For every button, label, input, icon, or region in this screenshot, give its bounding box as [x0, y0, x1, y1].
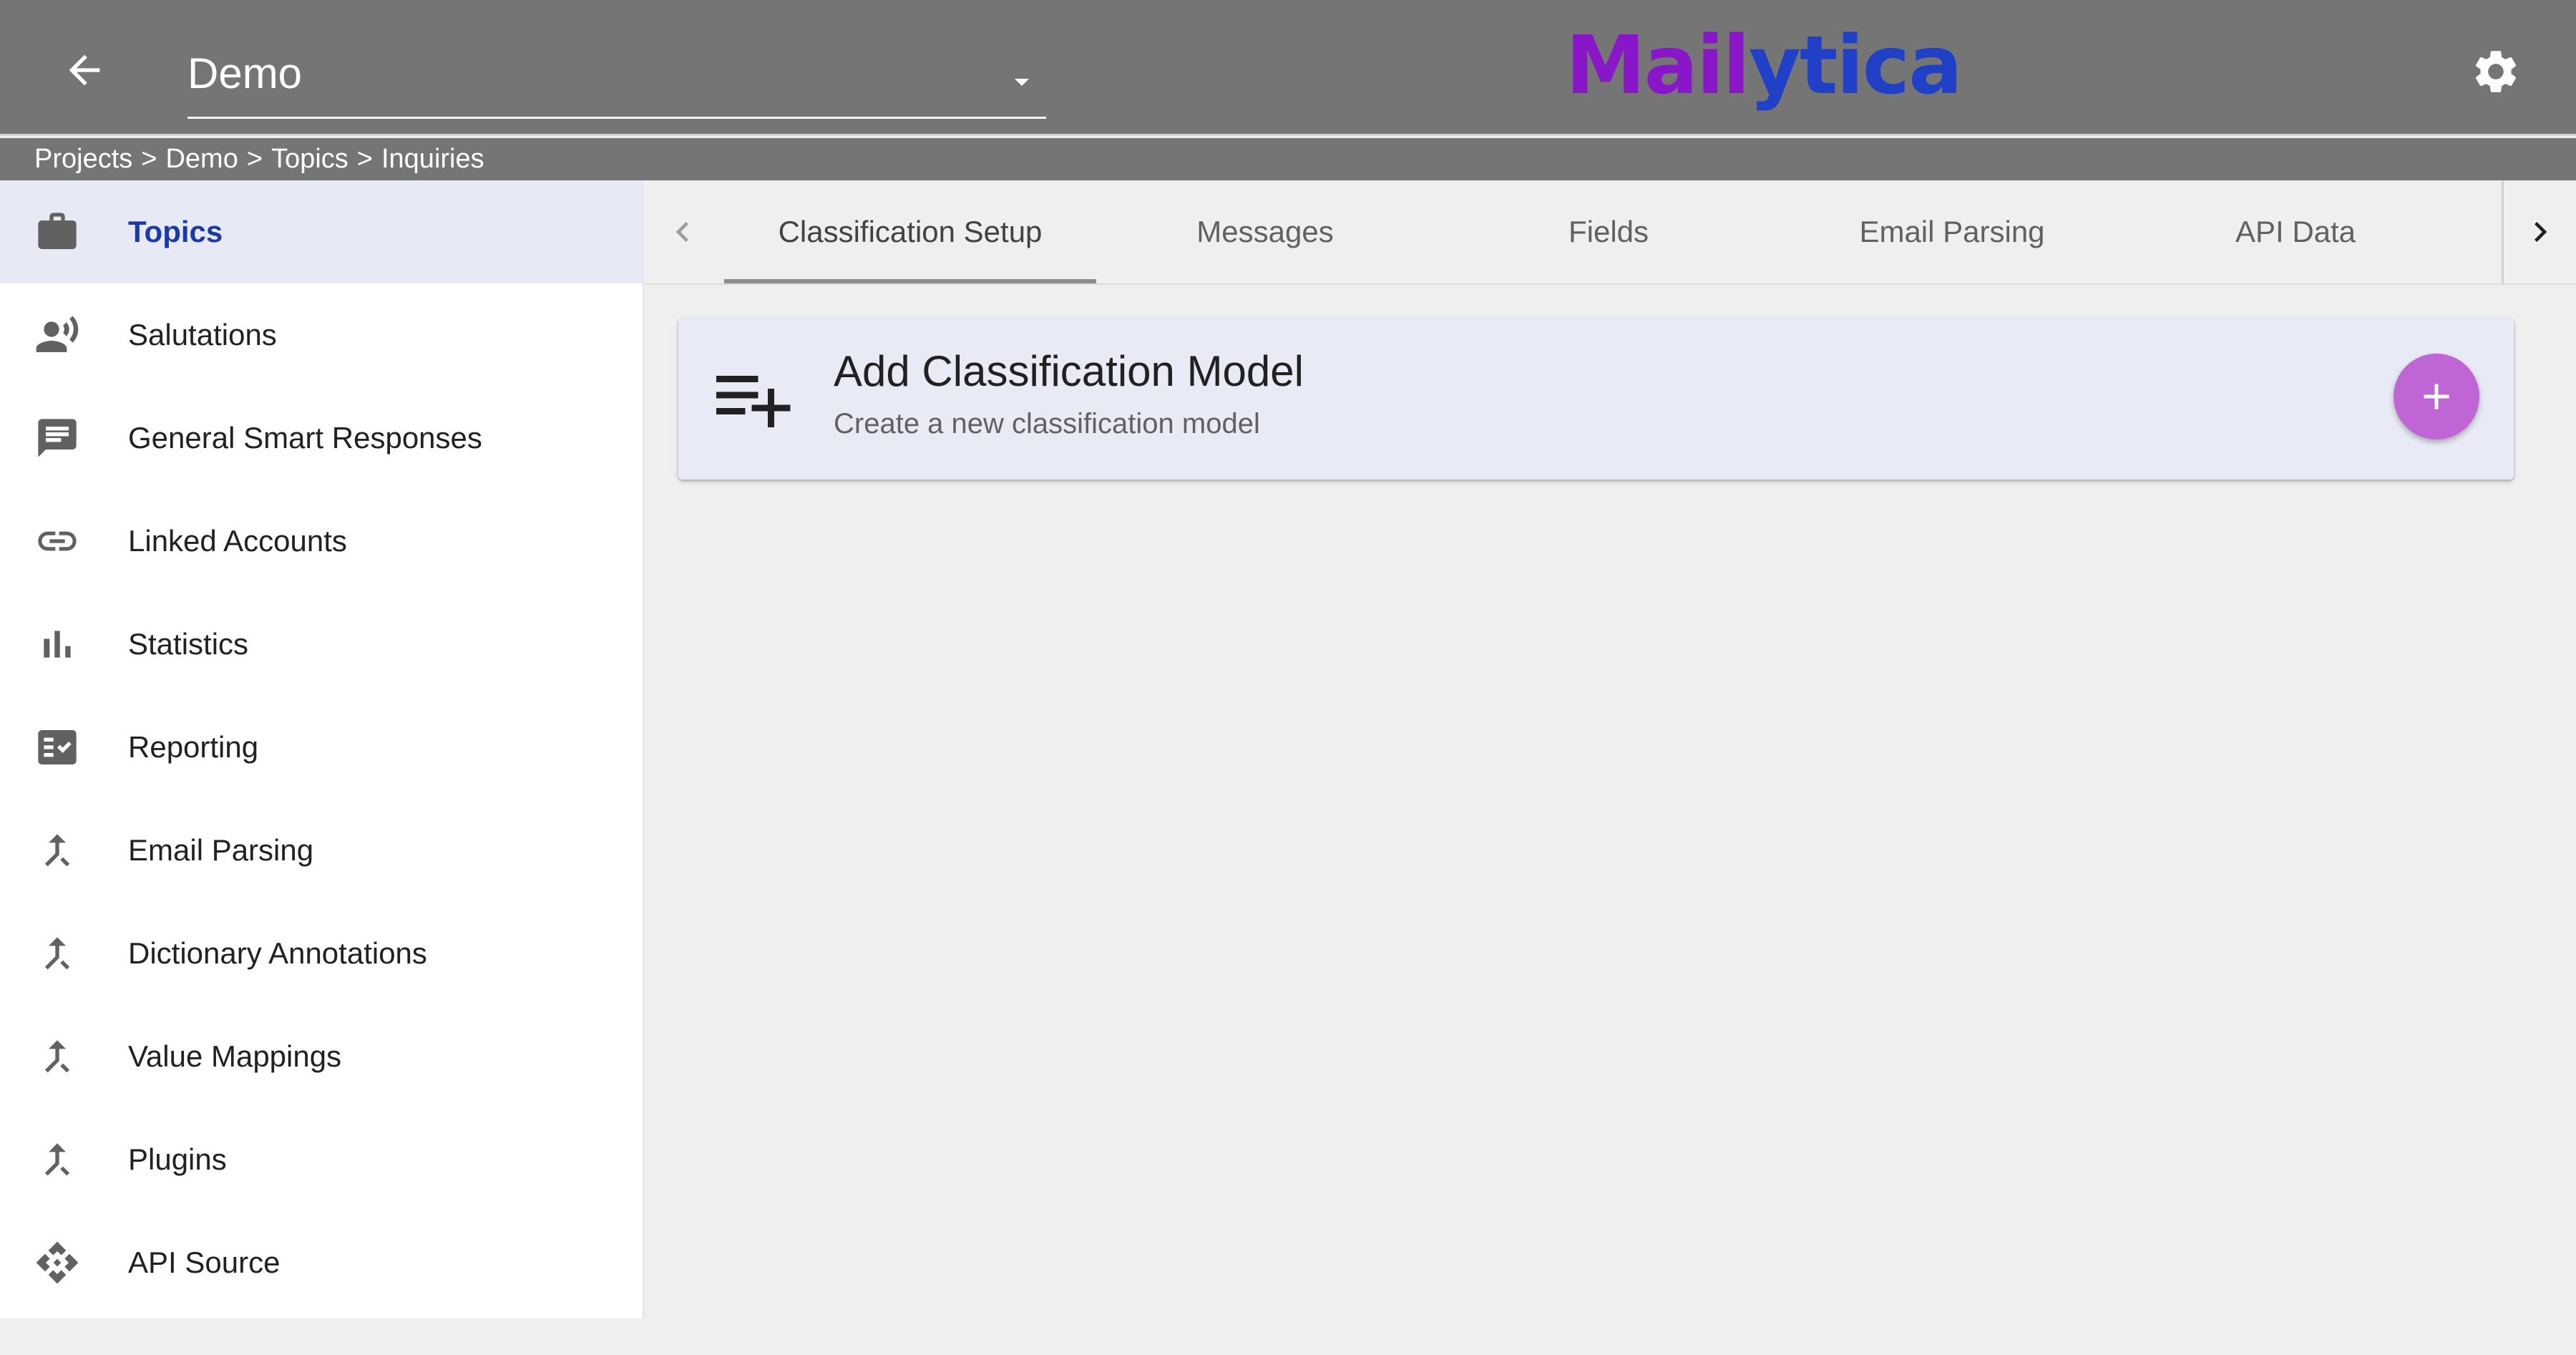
tab-email-parsing[interactable]: Email Parsing — [1766, 180, 2138, 283]
breadcrumb-separator: > — [141, 144, 157, 174]
tab-bar: Classification Setup Messages Fields Ema… — [645, 180, 2576, 285]
breadcrumb-topics[interactable]: Topics — [271, 144, 348, 175]
sidebar-item-statistics[interactable]: Statistics — [0, 593, 644, 696]
project-select[interactable]: Demo — [187, 29, 1046, 119]
chat-message-icon — [34, 415, 80, 461]
add-classification-model-card[interactable]: Add Classification Model Create a new cl… — [678, 318, 2514, 480]
sidebar-item-dictionary-annotations[interactable]: Dictionary Annotations — [0, 902, 644, 1005]
breadcrumb-projects[interactable]: Projects — [34, 144, 132, 175]
tab-label: Fields — [1568, 215, 1649, 248]
tab-label: Messages — [1196, 215, 1334, 248]
sidebar-item-plugins[interactable]: Plugins — [0, 1108, 644, 1211]
bar-chart-icon — [34, 621, 80, 667]
checklist-icon — [34, 724, 80, 770]
tab-scroll-left-button[interactable] — [645, 180, 720, 283]
sidebar-item-label: Dictionary Annotations — [128, 936, 427, 970]
sidebar-item-label: Value Mappings — [128, 1039, 342, 1073]
sidebar-item-label: Salutations — [128, 318, 277, 351]
sidebar-item-label: Linked Accounts — [128, 524, 347, 558]
sidebar-item-api-source[interactable]: API Source — [0, 1211, 644, 1314]
chevron-left-icon — [675, 222, 688, 242]
breadcrumb-demo[interactable]: Demo — [165, 144, 238, 175]
tab-fields[interactable]: Fields — [1423, 180, 1795, 283]
plus-icon — [2424, 384, 2449, 409]
sidebar-item-label: Plugins — [128, 1142, 227, 1176]
breadcrumb: Projects > Demo > Topics > Inquiries — [0, 138, 2576, 180]
tab-label: API Data — [2235, 215, 2356, 248]
sidebar-item-label: API Source — [128, 1245, 280, 1279]
tab-label: Email Parsing — [1859, 215, 2045, 248]
breadcrumb-inquiries[interactable]: Inquiries — [381, 144, 484, 175]
caret-down-icon — [1015, 79, 1029, 86]
tab-classification-setup[interactable]: Classification Setup — [724, 180, 1096, 283]
back-button[interactable] — [50, 36, 119, 105]
sidebar: Topics Salutations General Smart Respons… — [0, 180, 644, 1318]
arrow-left-icon — [69, 54, 100, 86]
add-model-button[interactable] — [2394, 354, 2479, 439]
app-header: Demo Mailytica — [0, 0, 2576, 136]
tab-scroll-right-button[interactable] — [2502, 180, 2576, 283]
sidebar-item-label: Reporting — [128, 730, 259, 764]
tab-api-data[interactable]: API Data — [2109, 180, 2482, 283]
mailytica-logo: Mailytica — [1566, 16, 1963, 116]
sidebar-item-label: Email Parsing — [128, 833, 314, 867]
playlist-add-icon — [716, 376, 791, 427]
sidebar-item-label: Statistics — [128, 627, 249, 661]
project-select-value: Demo — [187, 49, 303, 97]
merge-arrow-icon — [34, 827, 80, 873]
gear-icon — [2475, 51, 2517, 92]
merge-arrow-icon — [34, 1034, 80, 1079]
sidebar-item-reporting[interactable]: Reporting — [0, 696, 644, 799]
sidebar-item-value-mappings[interactable]: Value Mappings — [0, 1005, 644, 1108]
tab-messages[interactable]: Messages — [1079, 180, 1451, 283]
link-icon — [34, 518, 80, 564]
breadcrumb-separator: > — [356, 144, 373, 174]
sidebar-item-linked-accounts[interactable]: Linked Accounts — [0, 490, 644, 593]
logo-part-2: ytica — [1748, 19, 1963, 112]
sidebar-item-general-smart-responses[interactable]: General Smart Responses — [0, 387, 644, 490]
card-title: Add Classification Model — [834, 347, 1304, 395]
merge-arrow-icon — [34, 931, 80, 976]
breadcrumb-separator: > — [246, 144, 263, 174]
briefcase-icon — [34, 209, 80, 255]
sidebar-item-topics[interactable]: Topics — [0, 180, 644, 283]
sidebar-item-label: General Smart Responses — [128, 421, 482, 455]
merge-arrow-icon — [34, 1137, 80, 1182]
api-diamond-icon — [34, 1240, 80, 1286]
sidebar-item-label: Topics — [128, 215, 223, 248]
sidebar-item-email-parsing[interactable]: Email Parsing — [0, 799, 644, 902]
person-voice-icon — [34, 312, 80, 358]
sidebar-item-salutations[interactable]: Salutations — [0, 283, 644, 387]
card-subtitle: Create a new classification model — [834, 408, 1260, 439]
settings-button[interactable] — [2462, 37, 2530, 106]
chevron-right-icon — [2534, 222, 2547, 242]
logo-part-1: Mail — [1566, 19, 1750, 112]
tab-label: Classification Setup — [778, 215, 1043, 248]
